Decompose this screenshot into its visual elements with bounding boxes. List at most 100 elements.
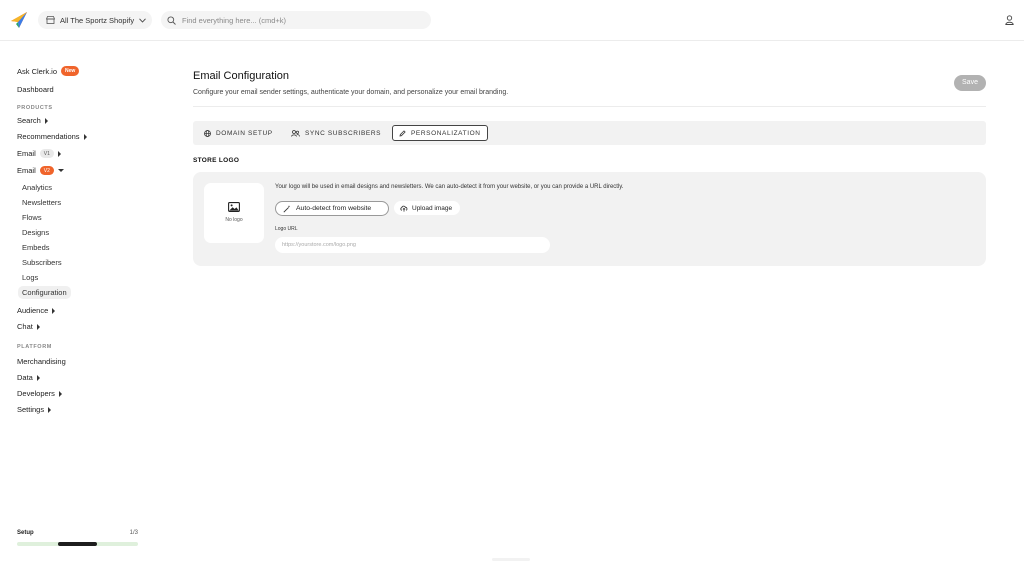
sidebar-item-label: Ask Clerk.io bbox=[17, 66, 58, 76]
caret-right-icon bbox=[83, 133, 87, 140]
page-description: Configure your email sender settings, au… bbox=[193, 89, 509, 96]
sidebar-item-email-v2[interactable]: Email V2 bbox=[17, 166, 64, 175]
sidebar-item-label: Chat bbox=[17, 322, 33, 331]
sidebar-item-ask-clerk[interactable]: Ask Clerk.io New bbox=[17, 66, 80, 76]
sidebar-item-developers[interactable]: Developers bbox=[17, 389, 62, 398]
sidebar-item-label: Dashboard bbox=[17, 85, 54, 94]
user-icon[interactable] bbox=[1005, 15, 1014, 25]
sidebar-item-analytics[interactable]: Analytics bbox=[22, 183, 52, 192]
upload-icon bbox=[400, 205, 408, 212]
divider bbox=[193, 106, 986, 107]
logo-url-label: Logo URL bbox=[275, 226, 298, 232]
sidebar-item-label: Audience bbox=[17, 306, 49, 315]
sidebar-item-label: Search bbox=[17, 116, 41, 125]
setup-progress[interactable]: Setup 1/3 bbox=[17, 530, 138, 546]
pencil-icon bbox=[399, 129, 406, 137]
sidebar-item-label: Subscribers bbox=[22, 258, 62, 267]
sidebar-item-newsletters[interactable]: Newsletters bbox=[22, 198, 61, 207]
tab-domain-setup[interactable]: DOMAIN SETUP bbox=[198, 125, 279, 141]
logo-preview: No logo bbox=[204, 183, 264, 243]
tab-label: PERSONALIZATION bbox=[411, 129, 481, 137]
tab-sync-subscribers[interactable]: SYNC SUBSCRIBERS bbox=[285, 125, 387, 141]
caret-right-icon bbox=[44, 117, 48, 124]
sidebar-item-label: Recommendations bbox=[17, 132, 80, 141]
upload-image-button[interactable]: Upload image bbox=[394, 201, 460, 215]
sidebar-item-label: Data bbox=[17, 373, 33, 382]
sidebar-item-label: Configuration bbox=[18, 286, 71, 299]
setup-progress-bar bbox=[17, 542, 138, 546]
sidebar-item-flows[interactable]: Flows bbox=[22, 213, 42, 222]
scroll-indicator bbox=[492, 558, 530, 561]
version-badge: V2 bbox=[39, 166, 54, 175]
sidebar-item-logs[interactable]: Logs bbox=[22, 273, 38, 282]
logo-url-input[interactable] bbox=[275, 237, 550, 253]
tab-personalization[interactable]: PERSONALIZATION bbox=[392, 125, 488, 141]
caret-right-icon bbox=[36, 323, 40, 330]
tab-label: DOMAIN SETUP bbox=[216, 129, 273, 137]
upload-label: Upload image bbox=[412, 204, 453, 212]
auto-detect-button[interactable]: Auto-detect from website bbox=[275, 201, 389, 216]
caret-right-icon bbox=[52, 307, 56, 314]
caret-right-icon bbox=[48, 406, 52, 413]
users-icon bbox=[291, 129, 300, 137]
sidebar-item-dashboard[interactable]: Dashboard bbox=[17, 85, 54, 94]
sidebar-item-audience[interactable]: Audience bbox=[17, 306, 56, 315]
sidebar-item-label: Newsletters bbox=[22, 198, 62, 207]
sidebar-item-email-v1[interactable]: Email V1 bbox=[17, 149, 61, 158]
sidebar-item-label: Designs bbox=[22, 228, 50, 237]
sidebar-item-data[interactable]: Data bbox=[17, 373, 40, 382]
sidebar-item-designs[interactable]: Designs bbox=[22, 228, 49, 237]
section-heading-products: PRODUCTS bbox=[17, 105, 53, 111]
sidebar-item-label: Flows bbox=[22, 213, 42, 222]
sidebar-item-search[interactable]: Search bbox=[17, 116, 48, 125]
logo-description: Your logo will be used in email designs … bbox=[275, 184, 624, 190]
new-badge: New bbox=[61, 66, 80, 76]
sidebar-item-chat[interactable]: Chat bbox=[17, 322, 40, 331]
sidebar-item-recommendations[interactable]: Recommendations bbox=[17, 132, 87, 141]
top-bar: All The Sportz Shopify Find everything h… bbox=[0, 0, 1024, 41]
sidebar-item-merchandising[interactable]: Merchandising bbox=[17, 357, 66, 366]
paper-plane-logo[interactable] bbox=[10, 11, 28, 29]
caret-down-icon bbox=[57, 169, 64, 172]
caret-right-icon bbox=[36, 374, 40, 381]
save-button[interactable]: Save bbox=[954, 75, 986, 91]
version-badge: V1 bbox=[39, 149, 54, 158]
section-heading-platform: PLATFORM bbox=[17, 344, 52, 350]
setup-header: Setup 1/3 bbox=[17, 530, 138, 536]
store-name: All The Sportz Shopify bbox=[60, 15, 135, 25]
sidebar-item-label: Email bbox=[17, 166, 36, 175]
image-icon bbox=[228, 202, 240, 212]
search-placeholder: Find everything here... (cmd+k) bbox=[182, 15, 287, 25]
sidebar-item-label: Merchandising bbox=[17, 357, 66, 366]
search-icon bbox=[167, 15, 176, 25]
setup-count: 1/3 bbox=[129, 530, 138, 536]
chevron-down-icon bbox=[139, 17, 146, 23]
sidebar-item-label: Settings bbox=[17, 405, 45, 414]
no-logo-text: No logo bbox=[225, 217, 243, 223]
tab-bar: DOMAIN SETUP SYNC SUBSCRIBERS PERSONALIZ… bbox=[193, 121, 986, 145]
globe-icon bbox=[204, 129, 211, 137]
caret-right-icon bbox=[57, 150, 61, 157]
sidebar-item-subscribers[interactable]: Subscribers bbox=[22, 258, 62, 267]
store-logo-card: No logo Your logo will be used in email … bbox=[193, 172, 986, 266]
sidebar-item-settings[interactable]: Settings bbox=[17, 405, 52, 414]
auto-detect-label: Auto-detect from website bbox=[296, 205, 372, 212]
caret-right-icon bbox=[58, 390, 62, 397]
sidebar-item-label: Developers bbox=[17, 389, 55, 398]
sidebar-item-label: Analytics bbox=[22, 183, 53, 192]
sidebar: Ask Clerk.io New Dashboard PRODUCTS Sear… bbox=[0, 42, 150, 568]
store-icon bbox=[46, 16, 55, 24]
setup-progress-fill bbox=[58, 542, 97, 546]
sidebar-item-configuration[interactable]: Configuration bbox=[18, 286, 71, 299]
setup-label: Setup bbox=[17, 530, 34, 536]
global-search[interactable]: Find everything here... (cmd+k) bbox=[161, 11, 431, 29]
sidebar-item-embeds[interactable]: Embeds bbox=[22, 243, 50, 252]
sidebar-item-label: Logs bbox=[22, 273, 39, 282]
magic-wand-icon bbox=[283, 204, 291, 213]
sidebar-item-label: Email bbox=[17, 149, 36, 158]
sidebar-item-label: Embeds bbox=[22, 243, 50, 252]
page-title: Email Configuration bbox=[193, 70, 289, 82]
tab-label: SYNC SUBSCRIBERS bbox=[305, 129, 382, 137]
store-selector[interactable]: All The Sportz Shopify bbox=[38, 11, 152, 29]
section-heading-store-logo: STORE LOGO bbox=[193, 157, 240, 164]
